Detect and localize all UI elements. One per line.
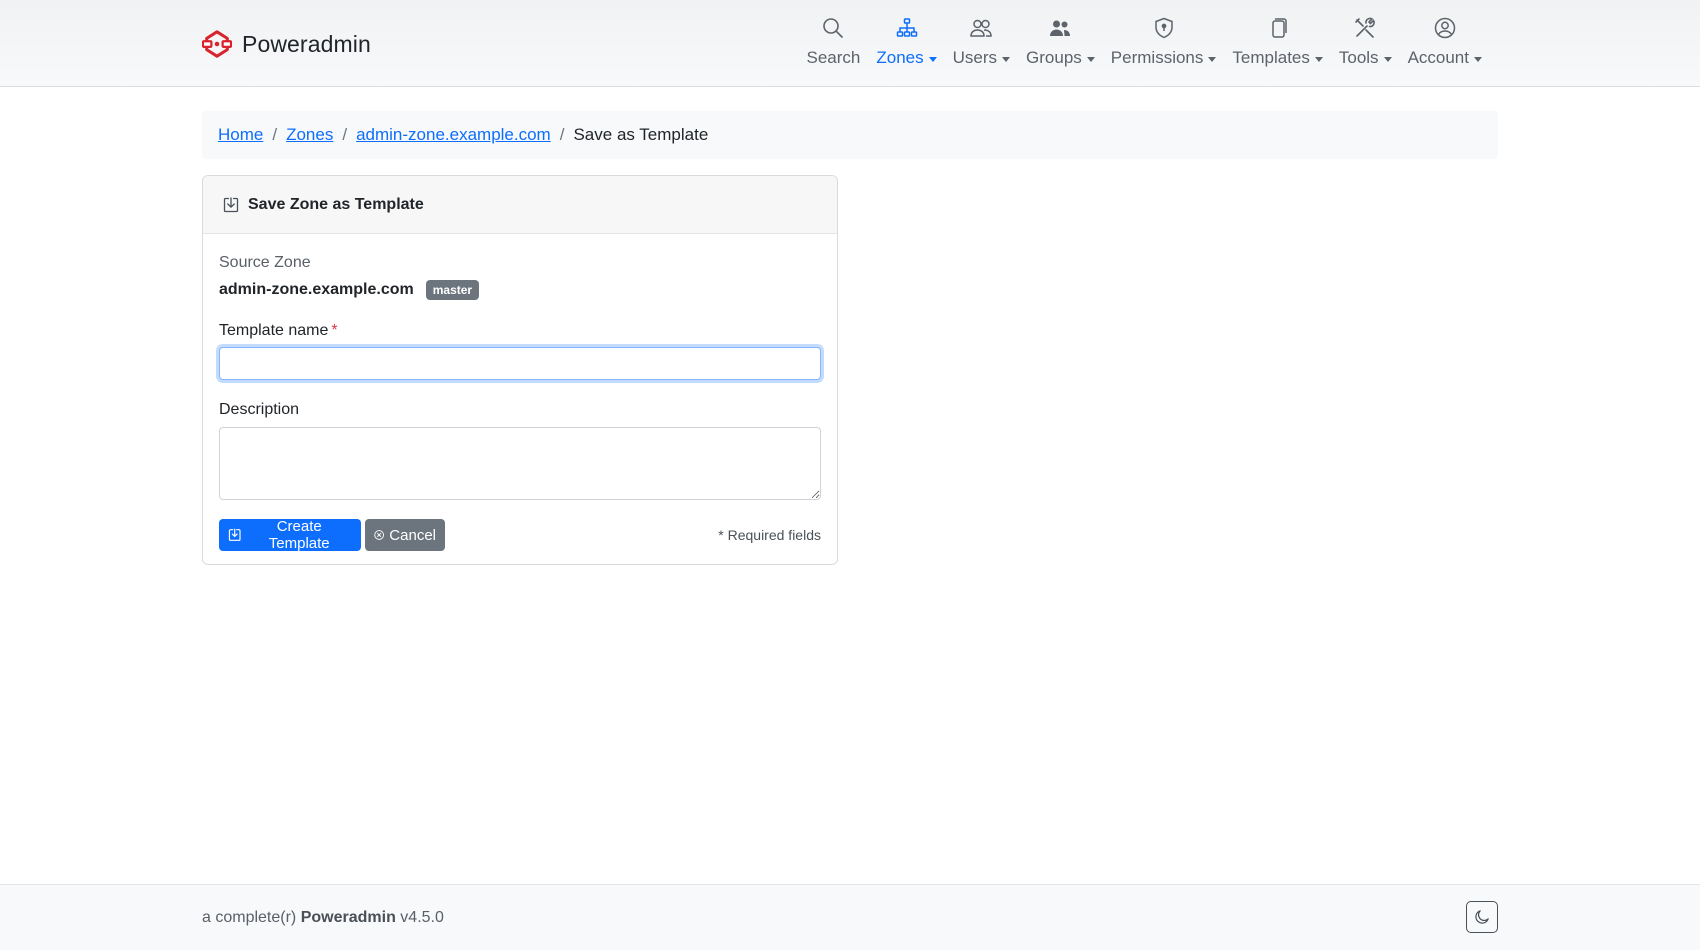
chevron-down-icon [1208, 56, 1217, 62]
nav-item-search[interactable]: Search [799, 16, 869, 68]
breadcrumb-link-zone[interactable]: admin-zone.example.com [356, 125, 551, 145]
tools-icon [1353, 16, 1377, 40]
footer-version: v4.5.0 [400, 909, 444, 926]
main-nav: Search Zones Users Groups Permissions Te… [799, 16, 1490, 80]
chevron-down-icon [1086, 56, 1095, 62]
chevron-down-icon [928, 56, 937, 62]
save-template-card: Save Zone as Template Source Zone admin-… [202, 175, 838, 565]
nav-item-label: Users [952, 48, 998, 67]
cancel-circle-icon [374, 530, 385, 540]
breadcrumb-separator: / [342, 125, 348, 144]
zones-hierarchy-icon [895, 16, 919, 40]
nav-item-account[interactable]: Account [1400, 16, 1490, 68]
chevron-down-icon [1002, 56, 1011, 62]
search-icon [821, 16, 845, 40]
footer-prefix: a complete(r) [202, 909, 297, 926]
groups-icon [1048, 16, 1072, 40]
nav-item-label: Account [1407, 48, 1469, 67]
poweradmin-logo-icon [202, 30, 232, 58]
theme-toggle-button[interactable] [1466, 901, 1498, 933]
users-icon [969, 16, 993, 40]
template-name-label: Template name * [219, 322, 338, 339]
save-download-icon [228, 528, 241, 541]
required-fields-note: * Required fields [718, 527, 821, 543]
footer-text: a complete(r) Poweradmin v4.5.0 [202, 909, 444, 927]
source-zone-label: Source Zone [219, 254, 311, 271]
source-zone-row: admin-zone.example.com master [219, 280, 480, 300]
page-footer: a complete(r) Poweradmin v4.5.0 [0, 884, 1700, 950]
description-textarea[interactable] [219, 427, 821, 500]
copy-icon [1266, 16, 1290, 40]
footer-product: Poweradmin [300, 909, 396, 926]
shield-icon [1152, 16, 1176, 40]
nav-item-permissions[interactable]: Permissions [1103, 16, 1225, 68]
breadcrumb-link-zones[interactable]: Zones [286, 125, 333, 145]
nav-item-zones[interactable]: Zones [868, 16, 944, 68]
nav-item-label: Zones [876, 48, 924, 67]
create-template-label: Create Template [268, 518, 330, 552]
source-zone-name: admin-zone.example.com [219, 281, 414, 298]
card-title: Save Zone as Template [248, 195, 424, 213]
breadcrumb-separator: / [272, 125, 278, 144]
breadcrumb: Home / Zones / admin-zone.example.com / … [202, 111, 1498, 159]
breadcrumb-separator: / [559, 125, 565, 144]
account-icon [1433, 16, 1457, 40]
nav-item-label: Templates [1232, 48, 1310, 67]
chevron-down-icon [1314, 56, 1323, 62]
cancel-button[interactable]: Cancel [365, 519, 445, 551]
breadcrumb-current: Save as Template [573, 125, 709, 144]
nav-item-label: Groups [1026, 48, 1082, 67]
template-name-input[interactable] [219, 347, 821, 380]
breadcrumb-link-home[interactable]: Home [218, 125, 263, 145]
card-header: Save Zone as Template [203, 176, 837, 234]
nav-item-label: Tools [1338, 48, 1379, 67]
nav-item-groups[interactable]: Groups [1018, 16, 1103, 68]
nav-item-templates[interactable]: Templates [1224, 16, 1330, 68]
cancel-label: Cancel [389, 526, 436, 544]
nav-item-label: Search [806, 48, 861, 67]
brand-link[interactable]: Poweradmin [202, 27, 371, 61]
create-template-button[interactable]: Create Template [219, 518, 361, 552]
chevron-down-icon [1474, 56, 1482, 62]
nav-item-users[interactable]: Users [945, 16, 1018, 68]
brand-name: Poweradmin [242, 30, 371, 57]
moon-icon [1475, 910, 1489, 924]
required-mark: * [331, 322, 338, 339]
nav-item-tools[interactable]: Tools [1331, 16, 1400, 68]
description-label: Description [219, 401, 300, 418]
save-download-icon [223, 196, 239, 212]
zone-type-badge: master [425, 280, 480, 300]
top-navbar: Poweradmin Search Zones Users Groups Per… [0, 0, 1700, 87]
nav-item-label: Permissions [1110, 48, 1204, 67]
chevron-down-icon [1383, 56, 1392, 62]
